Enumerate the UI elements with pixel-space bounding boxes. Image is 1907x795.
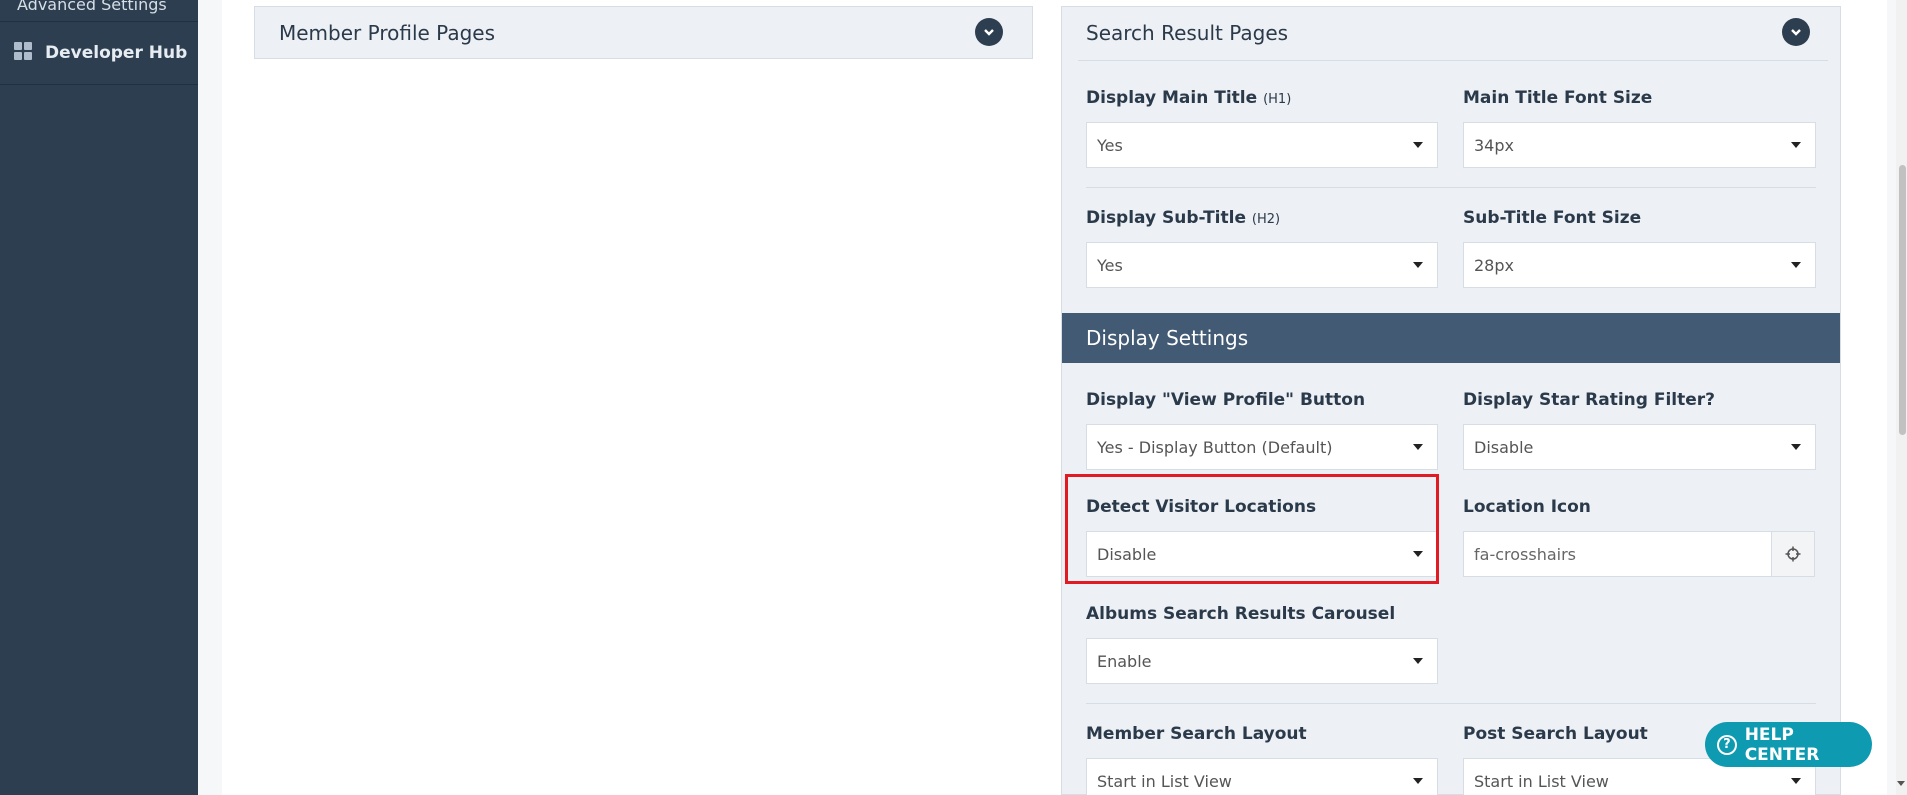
member-search-layout-select[interactable]: Start in List View [1086,758,1438,795]
sidebar-item-advanced-settings[interactable]: Advanced Settings [0,0,198,22]
sidebar-item-label: Developer Hub [45,43,188,63]
star-rating-filter-select[interactable]: Disable [1463,424,1816,470]
albums-carousel-select[interactable]: Enable [1086,638,1438,684]
highlight-box [1065,474,1439,584]
caret-down-icon [1791,262,1801,268]
caret-down-icon [1413,142,1423,148]
view-profile-button-select[interactable]: Yes - Display Button (Default) [1086,424,1438,470]
display-main-title-label: Display Main Title (H1) [1086,88,1292,108]
help-center-button[interactable]: ? HELP CENTER [1705,722,1872,767]
panel-title: Member Profile Pages [279,21,496,45]
panel-title: Search Result Pages [1086,21,1289,45]
star-rating-filter-label: Display Star Rating Filter? [1463,390,1716,410]
search-result-pages-panel: Search Result Pages Display Main Title (… [1061,6,1841,795]
post-search-layout-label: Post Search Layout [1463,724,1648,744]
display-settings-header: Display Settings [1062,313,1840,363]
caret-down-icon [1791,444,1801,450]
chevron-down-icon[interactable] [975,18,1003,46]
divider [1086,187,1816,188]
location-icon-input[interactable]: fa-crosshairs [1463,531,1772,577]
caret-down-icon [1413,262,1423,268]
display-main-title-select[interactable]: Yes [1086,122,1438,168]
sidebar-item-label: Advanced Settings [17,0,167,14]
scrollbar-thumb[interactable] [1899,165,1906,435]
divider [1078,60,1828,61]
caret-down-icon [1791,778,1801,784]
albums-carousel-label: Albums Search Results Carousel [1086,604,1396,624]
location-icon-label: Location Icon [1463,497,1591,517]
sidebar: Advanced Settings Developer Hub [0,0,198,795]
main-title-font-size-select[interactable]: 34px [1463,122,1816,168]
member-profile-pages-panel[interactable]: Member Profile Pages [254,6,1033,59]
sidebar-item-developer-hub[interactable]: Developer Hub [0,22,198,85]
grid-icon [14,42,32,60]
caret-down-icon [1791,142,1801,148]
divider [1086,703,1816,704]
sub-title-font-size-label: Sub-Title Font Size [1463,208,1642,228]
caret-down-icon [1413,658,1423,664]
scroll-down-icon[interactable] [1897,781,1905,786]
view-profile-button-label: Display "View Profile" Button [1086,390,1366,410]
caret-down-icon [1413,444,1423,450]
caret-down-icon [1413,778,1423,784]
chevron-down-icon[interactable] [1782,18,1810,46]
sub-title-font-size-select[interactable]: 28px [1463,242,1816,288]
display-sub-title-label: Display Sub-Title (H2) [1086,208,1281,228]
main-title-font-size-label: Main Title Font Size [1463,88,1653,108]
crosshairs-icon[interactable] [1771,531,1815,577]
display-sub-title-select[interactable]: Yes [1086,242,1438,288]
question-icon: ? [1717,734,1737,755]
member-search-layout-label: Member Search Layout [1086,724,1307,744]
